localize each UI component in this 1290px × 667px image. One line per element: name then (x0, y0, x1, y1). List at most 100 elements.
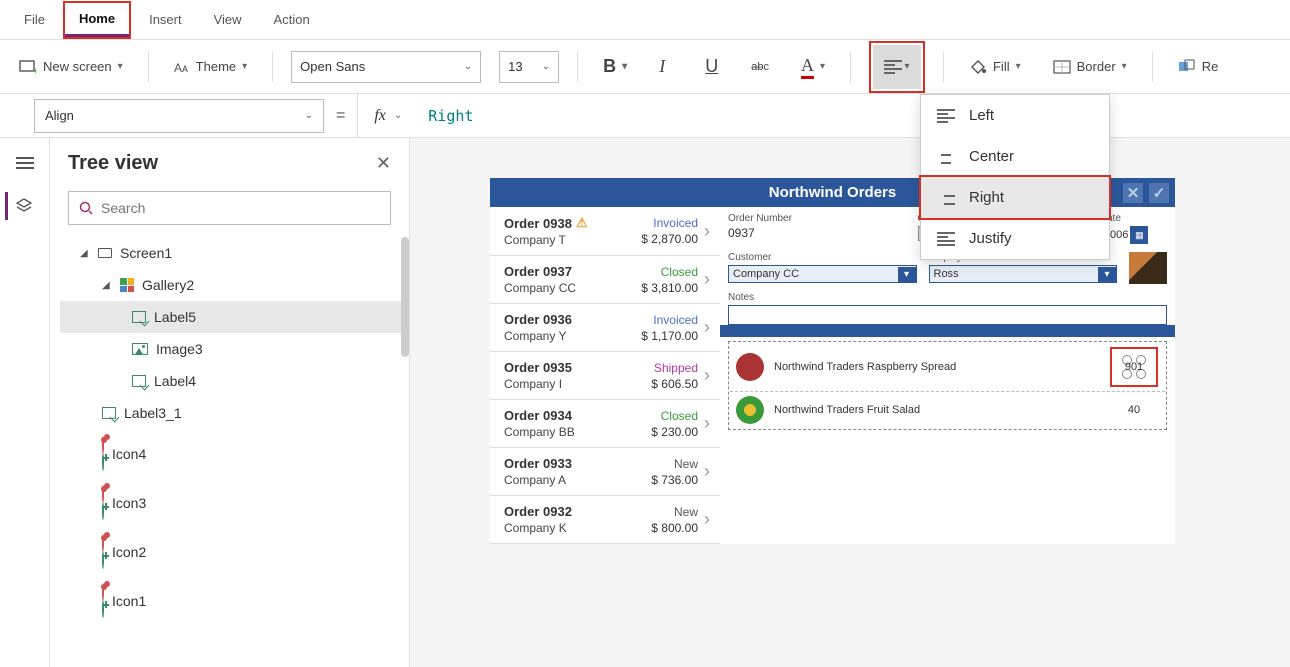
qty-value: 901 (1125, 361, 1143, 373)
align-left-icon (937, 109, 955, 123)
ribbon-toolbar: + New screen ▾ Aᴀ Theme ▾ Open Sans ⌄ 13… (0, 40, 1290, 94)
order-list-item[interactable]: Order 0933Company ANew$ 736.00› (490, 448, 720, 496)
text-align-button[interactable]: ▾ (873, 45, 921, 89)
menu-home[interactable]: Home (65, 3, 129, 37)
search-input[interactable] (101, 200, 380, 216)
calendar-icon[interactable]: ▦ (1130, 226, 1148, 244)
separator (272, 52, 273, 82)
bold-button[interactable]: B ▾ (596, 49, 634, 84)
tree-node-gallery[interactable]: ◢Gallery2 (60, 269, 409, 301)
reorder-button[interactable]: Re (1171, 52, 1226, 82)
search-icon (79, 201, 93, 215)
strikethrough-button[interactable]: abc— (744, 54, 776, 80)
svg-text:+: + (33, 66, 37, 74)
value-date: .006 (1107, 229, 1128, 241)
hamburger-icon[interactable] (16, 154, 34, 172)
icon-group-icon (102, 535, 104, 568)
new-screen-label: New screen (43, 59, 112, 74)
chevron-down-icon: ▾ (904, 61, 909, 72)
tree-list: ◢Screen1 ◢Gallery2 Label5 Image3 Label4 … (50, 237, 409, 625)
label-icon (132, 311, 146, 323)
order-list-item[interactable]: Order 0932Company KNew$ 800.00› (490, 496, 720, 544)
theme-button[interactable]: Aᴀ Theme ▾ (167, 52, 255, 81)
menu-view[interactable]: View (200, 4, 256, 35)
font-size-select[interactable]: 13 ⌄ (499, 51, 559, 83)
chevron-down-icon[interactable]: ⌄ (394, 110, 402, 121)
separator (577, 52, 578, 82)
cancel-icon[interactable]: ✕ (1123, 183, 1143, 203)
theme-label: Theme (196, 59, 236, 74)
label-icon (102, 407, 116, 419)
align-left-option[interactable]: Left (921, 95, 1109, 136)
order-list-item[interactable]: Order 0936Company YInvoiced$ 1,170.00› (490, 304, 720, 352)
line-item-row[interactable]: Northwind Traders Raspberry Spread 901 (730, 343, 1165, 392)
date-picker[interactable]: .006▦ (1107, 226, 1167, 244)
header-action-icons: ✕ ✓ (1123, 183, 1169, 203)
tree-node-label3[interactable]: Label3_1 (60, 397, 409, 429)
product-image (736, 353, 764, 381)
theme-icon: Aᴀ (174, 60, 190, 74)
value-order-number: 0937 (728, 226, 906, 240)
order-list-item[interactable]: Order 0937Company CCClosed$ 3,810.00› (490, 256, 720, 304)
notes-input[interactable] (728, 305, 1167, 325)
customer-select[interactable]: Company CC▾ (728, 265, 917, 283)
property-select[interactable]: Align ⌄ (34, 99, 324, 133)
label-order-number: Order Number (728, 213, 906, 224)
confirm-icon[interactable]: ✓ (1149, 183, 1169, 203)
line-items-gallery[interactable]: Northwind Traders Raspberry Spread 901 N… (728, 341, 1167, 430)
fill-button[interactable]: Fill ▾ (962, 52, 1028, 82)
employee-select[interactable]: Ross▾ (929, 265, 1118, 283)
line-item-row[interactable]: Northwind Traders Fruit Salad 40 (730, 392, 1165, 428)
new-screen-button[interactable]: + New screen ▾ (12, 52, 130, 81)
tree-view-panel: Tree view ✕ ◢Screen1 ◢Gallery2 Label5 Im… (50, 138, 410, 667)
menu-file[interactable]: File (10, 4, 59, 35)
border-icon (1053, 60, 1071, 74)
align-right-option[interactable]: Right (921, 177, 1109, 218)
tree-node-icon3[interactable]: Icon3 (60, 478, 409, 527)
gallery-icon (120, 278, 134, 292)
font-color-button[interactable]: A▾ (794, 48, 832, 86)
menu-insert[interactable]: Insert (135, 4, 196, 35)
order-list-item[interactable]: Order 0934Company BBClosed$ 230.00› (490, 400, 720, 448)
tree-node-label5[interactable]: Label5 (60, 301, 409, 333)
align-justify-option[interactable]: Justify (921, 218, 1109, 259)
product-image (736, 396, 764, 424)
order-list-item[interactable]: Order 0938 ⚠Company TInvoiced$ 2,870.00› (490, 207, 720, 256)
image-icon (132, 343, 148, 355)
chevron-down-icon: ▾ (242, 61, 247, 72)
product-name: Northwind Traders Fruit Salad (774, 404, 1099, 416)
separator (148, 52, 149, 82)
equals-sign: = (336, 107, 345, 125)
italic-button[interactable]: I (652, 49, 680, 84)
design-canvas[interactable]: Northwind Orders ✕ ✓ Order 0938 ⚠Company… (410, 138, 1290, 667)
tree-node-icon2[interactable]: Icon2 (60, 527, 409, 576)
chevron-down-icon: ▾ (898, 267, 916, 282)
highlight-home-tab: Home (63, 1, 131, 39)
tree-node-icon1[interactable]: Icon1 (60, 576, 409, 625)
tree-node-icon4[interactable]: Icon4 (60, 429, 409, 478)
tree-search[interactable] (68, 191, 391, 225)
align-right-icon (937, 191, 955, 205)
order-list: Order 0938 ⚠Company TInvoiced$ 2,870.00›… (490, 207, 720, 544)
close-icon[interactable]: ✕ (376, 153, 391, 174)
screen-icon (98, 248, 112, 258)
menu-action[interactable]: Action (260, 4, 324, 35)
label-date: ate (1107, 213, 1167, 224)
tree-view-rail-button[interactable] (5, 192, 42, 220)
align-center-option[interactable]: Center (921, 136, 1109, 177)
fx-section: fx ⌄ (357, 94, 418, 137)
scrollbar[interactable] (401, 237, 409, 357)
border-button[interactable]: Border ▾ (1046, 52, 1134, 81)
font-size-value: 13 (508, 59, 522, 74)
svg-text:Aᴀ: Aᴀ (174, 61, 188, 74)
order-list-item[interactable]: Order 0935Company IShipped$ 606.50› (490, 352, 720, 400)
underline-button[interactable]: U (698, 49, 726, 84)
fill-label: Fill (993, 59, 1010, 74)
tree-node-label4[interactable]: Label4 (60, 365, 409, 397)
align-dropdown-menu: Left Center Right Justify (920, 94, 1110, 260)
tree-node-image3[interactable]: Image3 (60, 333, 409, 365)
font-family-select[interactable]: Open Sans ⌄ (291, 51, 481, 83)
formula-input[interactable]: Right (418, 107, 473, 125)
font-family-value: Open Sans (300, 59, 365, 74)
tree-node-screen[interactable]: ◢Screen1 (60, 237, 409, 269)
